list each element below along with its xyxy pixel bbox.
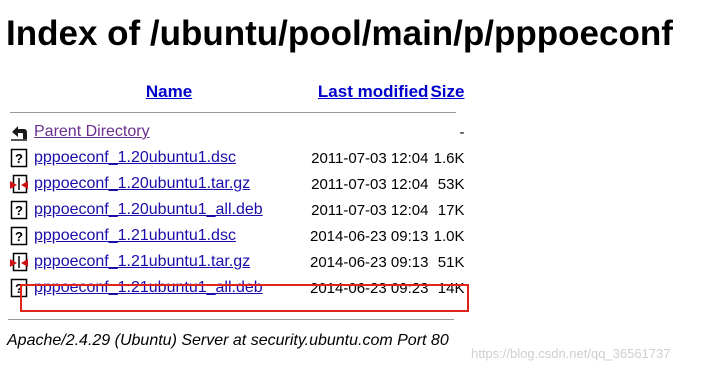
file-size: 1.0K: [433, 227, 465, 245]
text-file-icon: ?: [10, 148, 28, 168]
file-table: Name Last modified Size Parent Directory: [8, 80, 466, 301]
svg-text:?: ?: [15, 229, 23, 244]
table-row-highlighted: ? pppoeconf_1.21ubuntu1_all.deb 2014-06-…: [10, 275, 464, 301]
file-modified: 2014-06-23 09:13: [310, 227, 429, 245]
file-size: 51K: [437, 253, 465, 271]
file-link[interactable]: pppoeconf_1.21ubuntu1_all.deb: [34, 279, 263, 296]
table-row: pppoeconf_1.21ubuntu1.tar.gz 2014-06-23 …: [10, 249, 464, 275]
file-modified: 2014-06-23 09:23: [310, 279, 429, 297]
table-row: ? pppoeconf_1.21ubuntu1.dsc 2014-06-23 0…: [10, 223, 464, 249]
file-size: 14K: [437, 279, 465, 297]
unknown-file-icon: ?: [10, 278, 28, 298]
file-modified: 2011-07-03 12:04: [311, 201, 429, 219]
file-link[interactable]: pppoeconf_1.20ubuntu1.dsc: [34, 149, 236, 166]
parent-directory-link[interactable]: Parent Directory: [34, 123, 150, 140]
sort-by-last-modified-link[interactable]: Last modified: [318, 82, 429, 101]
table-row: pppoeconf_1.20ubuntu1.tar.gz 2011-07-03 …: [10, 171, 464, 197]
page-title: Index of /ubuntu/pool/main/p/pppoeconf: [6, 14, 673, 53]
watermark: https://blog.csdn.net/qq_36561737: [471, 346, 671, 361]
file-size: 53K: [437, 175, 465, 193]
file-link[interactable]: pppoeconf_1.21ubuntu1.dsc: [34, 227, 236, 244]
file-modified: 2011-07-03 12:04: [311, 175, 429, 193]
file-size: 17K: [437, 201, 465, 219]
sort-by-name-link[interactable]: Name: [146, 82, 192, 101]
file-listing: Name Last modified Size Parent Directory: [8, 80, 466, 301]
svg-text:?: ?: [15, 281, 23, 296]
size-column-header: Size: [430, 80, 464, 104]
text-file-icon: ?: [10, 226, 28, 246]
footer-divider: [8, 319, 454, 320]
header-divider-row: [10, 104, 464, 119]
parent-modified: [306, 119, 428, 145]
svg-text:?: ?: [15, 151, 23, 166]
name-column-header: Name: [34, 80, 304, 104]
server-signature: Apache/2.4.29 (Ubuntu) Server at securit…: [7, 332, 449, 349]
icon-column-header: [10, 80, 32, 104]
parent-directory-row: Parent Directory -: [10, 119, 464, 145]
archive-file-icon: [10, 252, 28, 272]
file-modified: 2011-07-03 12:04: [311, 149, 429, 167]
header-row: Name Last modified Size: [10, 80, 465, 104]
header-divider: [10, 112, 456, 113]
unknown-file-icon: ?: [10, 200, 28, 220]
file-link[interactable]: pppoeconf_1.20ubuntu1_all.deb: [34, 201, 263, 218]
file-size: 1.6K: [433, 149, 465, 167]
back-arrow-icon: [11, 126, 27, 141]
sort-by-size-link[interactable]: Size: [430, 82, 464, 101]
parent-size: -: [459, 123, 465, 141]
file-modified: 2014-06-23 09:13: [310, 253, 429, 271]
table-row: ? pppoeconf_1.20ubuntu1_all.deb 2011-07-…: [10, 197, 464, 223]
svg-text:?: ?: [15, 203, 23, 218]
file-link[interactable]: pppoeconf_1.21ubuntu1.tar.gz: [34, 253, 250, 270]
file-link[interactable]: pppoeconf_1.20ubuntu1.tar.gz: [34, 175, 250, 192]
last-modified-column-header: Last modified: [306, 80, 429, 104]
table-row: ? pppoeconf_1.20ubuntu1.dsc 2011-07-03 1…: [10, 145, 464, 171]
archive-file-icon: [10, 174, 28, 194]
